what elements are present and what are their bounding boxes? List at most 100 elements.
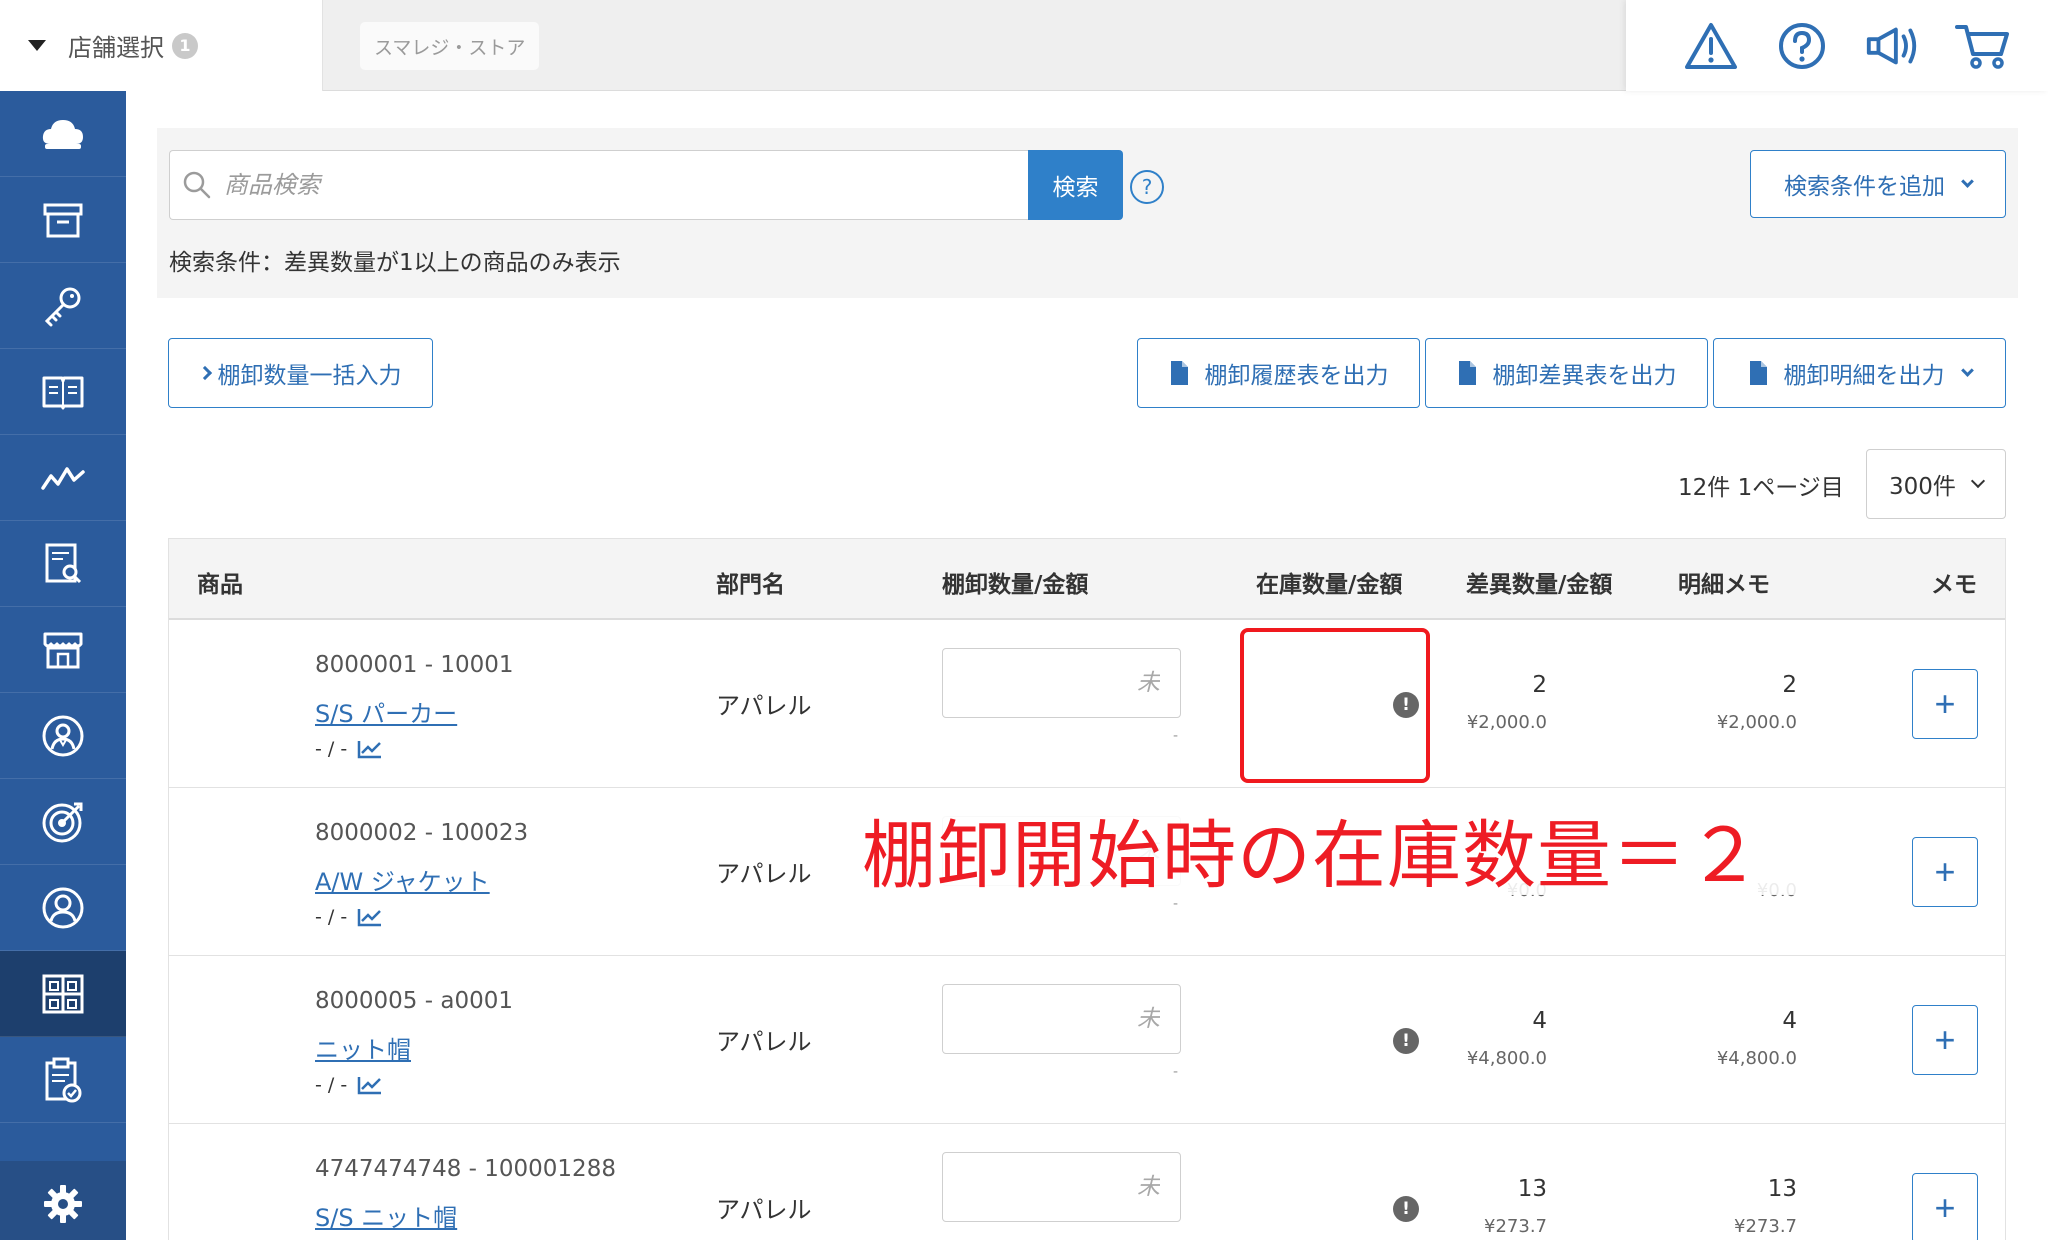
archive-icon	[43, 203, 83, 237]
export-diff-button[interactable]: 棚卸差異表を出力	[1425, 338, 1708, 408]
search-panel: 検索 ? 検索条件を追加 検索条件：差異数量が1以上の商品のみ表示	[157, 128, 2018, 298]
checklist-icon	[45, 1057, 82, 1102]
search-button[interactable]: 検索	[1028, 150, 1123, 220]
search-help-icon[interactable]: ?	[1130, 170, 1164, 204]
caret-down-icon	[28, 40, 46, 51]
product-name-link[interactable]: S/S パーカー	[315, 694, 457, 729]
sidebar-item-checklist[interactable]	[0, 1037, 126, 1123]
sidebar-item-user[interactable]	[0, 865, 126, 951]
department-name: アパレル	[716, 860, 812, 888]
export-detail-label: 棚卸明細を出力	[1783, 362, 1945, 388]
product-name-link[interactable]: A/W ジャケット	[315, 862, 490, 897]
table-row: 8000005 - a0001 ニット帽 - / - アパレル - 4 ¥4,8…	[169, 956, 2005, 1124]
file-icon	[1458, 361, 1476, 385]
sidebar-item-book[interactable]	[0, 349, 126, 435]
sidebar-item-cloud[interactable]	[0, 91, 126, 177]
col-diff[interactable]: 差異数量/金額	[1466, 565, 1612, 599]
count-quantity-input[interactable]	[942, 984, 1181, 1054]
help-icon[interactable]	[1773, 17, 1831, 75]
trend-chart-icon[interactable]	[357, 739, 383, 759]
search-icon	[183, 171, 211, 199]
sidebar-item-key[interactable]	[0, 263, 126, 349]
gear-icon	[44, 1185, 82, 1223]
cart-icon[interactable]	[1954, 17, 2012, 75]
bulk-count-input-label: 棚卸数量一括入力	[217, 362, 402, 388]
store-name-chip[interactable]: スマレジ・ストア	[360, 22, 540, 70]
product-name-link[interactable]: S/S ニット帽	[315, 1198, 457, 1233]
warning-icon[interactable]	[1682, 17, 1740, 75]
stock-quantity: 13	[1517, 1176, 1547, 1202]
store-select-dropdown[interactable]: 店舗選択 1	[0, 0, 323, 91]
inventory-icon	[42, 974, 84, 1013]
product-sub: - / -	[315, 906, 383, 928]
count-amount: -	[1173, 728, 1179, 744]
per-page-value: 300件	[1889, 474, 1956, 500]
alert-icon[interactable]: !	[1393, 1028, 1419, 1054]
product-code: 8000002 - 100023	[315, 820, 529, 846]
col-detail-memo: 明細メモ	[1678, 572, 1770, 598]
department-name: アパレル	[716, 1196, 812, 1224]
department-name: アパレル	[716, 1028, 812, 1056]
stock-amount: ¥273.7	[1484, 1216, 1547, 1237]
export-detail-button[interactable]: 棚卸明細を出力	[1713, 338, 2006, 408]
sidebar-item-archive[interactable]	[0, 177, 126, 263]
diff-quantity: 4	[1782, 1008, 1797, 1034]
alert-icon[interactable]: !	[1393, 1196, 1419, 1222]
add-search-condition-button[interactable]: 検索条件を追加	[1750, 150, 2006, 218]
pagination-info: 12件 1ページ目	[1678, 475, 1844, 501]
store-select-label: 店舗選択	[68, 34, 164, 62]
add-memo-button[interactable]: +	[1912, 1173, 1978, 1240]
diff-amount: ¥2,000.0	[1716, 712, 1797, 733]
table-row: 4747474748 - 100001288 S/S ニット帽 アパレル 13 …	[169, 1124, 2005, 1240]
export-diff-label: 棚卸差異表を出力	[1492, 362, 1677, 388]
per-page-select[interactable]: 300件	[1866, 449, 2006, 519]
product-sub: - / -	[315, 738, 383, 760]
col-stock[interactable]: 在庫数量/金額	[1256, 565, 1402, 599]
book-icon	[42, 376, 84, 409]
stock-amount: ¥4,800.0	[1466, 1048, 1547, 1069]
stock-quantity: 2	[1532, 672, 1547, 698]
col-product[interactable]: 商品	[197, 565, 243, 599]
top-icon-bar	[1626, 0, 2048, 91]
export-history-button[interactable]: 棚卸履歴表を出力	[1137, 338, 1420, 408]
sidebar-item-report[interactable]	[0, 521, 126, 607]
product-code: 4747474748 - 100001288	[315, 1156, 616, 1182]
sidebar-item-store[interactable]	[0, 607, 126, 693]
count-quantity-input[interactable]	[942, 648, 1181, 718]
product-sub: - / -	[315, 1074, 383, 1096]
product-name-link[interactable]: ニット帽	[315, 1030, 411, 1065]
sidebar-item-customer[interactable]	[0, 693, 126, 779]
bulk-count-input-button[interactable]: 棚卸数量一括入力	[168, 338, 433, 408]
chevron-down-icon	[1960, 363, 1974, 377]
diff-quantity: 2	[1782, 672, 1797, 698]
trend-chart-icon[interactable]	[357, 1075, 383, 1095]
highlight-box	[1240, 628, 1430, 783]
table-row: 8000001 - 10001 S/S パーカー - / - アパレル - 2 …	[169, 620, 2005, 788]
search-input[interactable]	[224, 171, 1004, 199]
add-memo-button[interactable]: +	[1912, 669, 1978, 739]
count-quantity-input[interactable]	[942, 1152, 1181, 1222]
megaphone-icon[interactable]	[1863, 17, 1921, 75]
product-sub-text: - / -	[315, 906, 348, 928]
trend-chart-icon[interactable]	[357, 907, 383, 927]
annotation-text: 棚卸開始時の在庫数量＝２	[862, 813, 1762, 899]
diff-amount: ¥273.7	[1734, 1216, 1797, 1237]
store-icon	[43, 632, 83, 668]
sidebar-item-analytics[interactable]	[0, 435, 126, 521]
sidebar-item-settings[interactable]	[0, 1161, 126, 1240]
product-sub-text: - / -	[315, 1074, 348, 1096]
sidebar-item-inventory[interactable]	[0, 951, 126, 1037]
product-code: 8000005 - a0001	[315, 988, 513, 1014]
file-icon	[1170, 361, 1188, 385]
add-memo-button[interactable]: +	[1912, 1005, 1978, 1075]
chevron-down-icon	[1970, 473, 1986, 489]
col-count[interactable]: 棚卸数量/金額	[942, 565, 1088, 599]
col-department[interactable]: 部門名	[716, 565, 785, 599]
target-icon	[42, 802, 83, 842]
department-name: アパレル	[716, 692, 812, 720]
sidebar-item-target[interactable]	[0, 779, 126, 865]
stock-quantity: 4	[1532, 1008, 1547, 1034]
add-memo-button[interactable]: +	[1912, 837, 1978, 907]
file-icon	[1749, 361, 1767, 385]
diff-amount: ¥4,800.0	[1716, 1048, 1797, 1069]
